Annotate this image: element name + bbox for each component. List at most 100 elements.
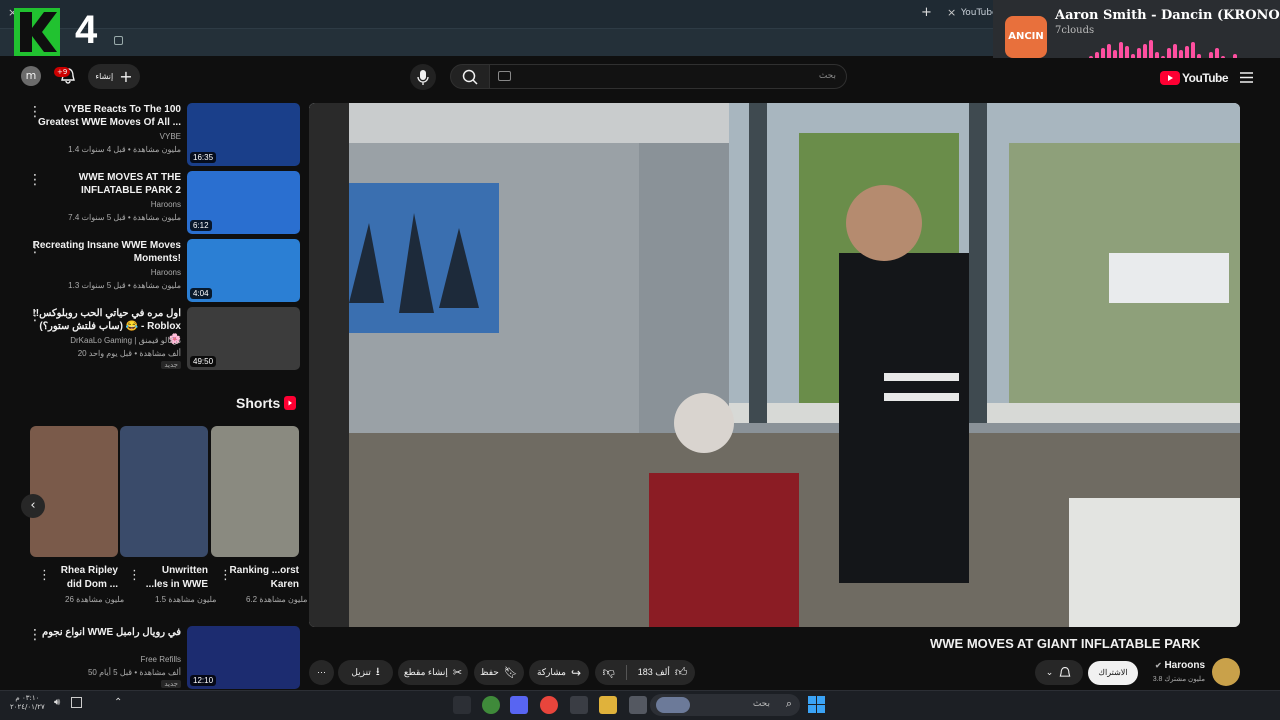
network-icon[interactable] bbox=[71, 697, 82, 708]
divider bbox=[625, 665, 627, 680]
subscriber-count: 3.8 مليون مشترك bbox=[1152, 676, 1205, 683]
dislike-button[interactable]: 👎︎ bbox=[603, 665, 615, 680]
keyboard-icon[interactable] bbox=[498, 71, 511, 81]
duration-badge: 4:04 bbox=[190, 288, 212, 299]
more-options-icon[interactable]: ⋮ bbox=[28, 628, 42, 642]
short-thumbnail[interactable] bbox=[120, 426, 208, 557]
verified-icon: ✔ bbox=[1154, 661, 1162, 670]
save-button[interactable]: حفظ 🔖︎ bbox=[474, 660, 524, 685]
short-views: 6.2 مليون مشاهدة bbox=[246, 595, 308, 604]
recommendation-title[interactable]: WWE MOVES AT THE INFLATABLE PARK 2 bbox=[31, 171, 181, 197]
short-title[interactable]: Unwritten ...les in WWE bbox=[138, 564, 208, 592]
new-badge: جديد bbox=[161, 680, 181, 688]
shorts-logo-icon bbox=[284, 396, 296, 410]
video-thumbnail[interactable]: 12:10 bbox=[187, 626, 300, 689]
more-actions-button[interactable]: ⋯ bbox=[309, 660, 334, 685]
recommendation-channel[interactable]: Haroons bbox=[151, 200, 181, 209]
menu-icon[interactable] bbox=[1240, 72, 1253, 83]
file-explorer-icon[interactable] bbox=[599, 696, 617, 714]
short-title[interactable]: Rhea Ripley did Dom ... bbox=[48, 564, 118, 592]
chrome-icon[interactable] bbox=[540, 696, 558, 714]
search-highlight-icon bbox=[656, 697, 690, 713]
duration-badge: 6:12 bbox=[190, 220, 212, 231]
video-player[interactable] bbox=[309, 103, 1240, 627]
shorts-previous-button[interactable]: ‹ bbox=[21, 494, 45, 518]
share-icon: ↪ bbox=[571, 665, 582, 680]
share-button[interactable]: مشاركة ↪ bbox=[529, 660, 589, 685]
more-options-icon[interactable]: ⋮ bbox=[28, 173, 42, 187]
taskbar-search-placeholder: بحث bbox=[752, 699, 770, 709]
short-more-options-icon[interactable]: ⋮ bbox=[128, 568, 141, 583]
more-options-icon[interactable]: ⋮ bbox=[28, 309, 42, 323]
recommendation-channel[interactable]: VYBE bbox=[160, 132, 181, 141]
channel-logo-k bbox=[14, 8, 60, 56]
recommendation-item[interactable]: 4:04 Recreating Insane WWE Moves Moments… bbox=[20, 239, 300, 303]
recommendation-title[interactable]: انواع نجوم WWE في رويال رامبل bbox=[31, 626, 181, 639]
create-button[interactable]: إنشاء + bbox=[88, 64, 140, 89]
clock[interactable]: ٠٣:١٠ م ٢٠٢٤/٠١/٢٧ bbox=[10, 694, 45, 712]
recommendation-item[interactable]: 49:50 اول مره في حياتي الحب روبلوكس!! 😂 … bbox=[20, 307, 300, 371]
discord-icon[interactable] bbox=[510, 696, 528, 714]
more-options-icon[interactable]: ⋮ bbox=[28, 105, 42, 119]
tray-chevron-up-icon[interactable]: ⌃ bbox=[114, 697, 122, 708]
notification-settings-button[interactable]: ⌄ bbox=[1035, 660, 1083, 685]
recommendation-channel[interactable]: Free Refills bbox=[141, 655, 181, 664]
search-placeholder: بحث bbox=[818, 71, 836, 81]
youtube-logo-icon[interactable] bbox=[1160, 71, 1180, 85]
tab-close-icon[interactable]: × bbox=[947, 6, 956, 19]
more-options-icon[interactable]: ⋮ bbox=[28, 241, 42, 255]
tab-icon[interactable] bbox=[114, 36, 123, 45]
duration-badge: 16:35 bbox=[190, 152, 217, 163]
search-button[interactable] bbox=[450, 64, 490, 89]
bookmark-icon: 🔖︎ bbox=[503, 667, 518, 679]
recommendation-meta: 1.4 مليون مشاهدة • قبل 4 سنوات bbox=[68, 145, 181, 154]
recommendation-item[interactable]: 12:10 انواع نجوم WWE في رويال رامبل Free… bbox=[20, 626, 300, 690]
short-more-options-icon[interactable]: ⋮ bbox=[38, 568, 51, 583]
task-view-icon[interactable] bbox=[629, 696, 647, 714]
video-thumbnail[interactable]: 4:04 bbox=[187, 239, 300, 302]
short-title[interactable]: Ranking ...orst Karen bbox=[229, 564, 299, 592]
duration-badge: 12:10 bbox=[190, 675, 217, 686]
channel-avatar[interactable] bbox=[1212, 658, 1240, 686]
video-thumbnail[interactable]: 49:50 bbox=[187, 307, 300, 370]
avatar[interactable]: m bbox=[21, 66, 41, 86]
duration-badge: 49:50 bbox=[190, 356, 217, 367]
plus-icon: + bbox=[119, 66, 133, 86]
new-tab-button[interactable]: + bbox=[921, 5, 932, 20]
taskbar-search[interactable]: بحث ⌕ bbox=[650, 694, 800, 716]
notification-count-badge: +9 bbox=[54, 67, 71, 77]
likes-count: 183 ألف bbox=[637, 667, 670, 677]
recommendation-item[interactable]: 6:12 WWE MOVES AT THE INFLATABLE PARK 2 … bbox=[20, 171, 300, 235]
youtube-wordmark: YouTube bbox=[1182, 71, 1229, 85]
album-art: ANCIN bbox=[1005, 16, 1047, 58]
recommendation-meta: 7.4 مليون مشاهدة • قبل 5 سنوات bbox=[68, 213, 181, 222]
short-views: 26 مليون مشاهدة bbox=[65, 595, 125, 604]
recommendation-meta: 50 ألف مشاهدة • قبل 5 أيام bbox=[87, 668, 181, 677]
clip-button[interactable]: إنشاء مقطع ✂ bbox=[398, 660, 468, 685]
chrome-green-icon[interactable] bbox=[482, 696, 500, 714]
subscribe-button[interactable]: الاشتراك bbox=[1088, 661, 1138, 685]
video-thumbnail[interactable]: 16:35 bbox=[187, 103, 300, 166]
recommendation-item[interactable]: 16:35 VYBE Reacts To The 100 Greatest WW… bbox=[20, 103, 300, 167]
recommendation-title[interactable]: VYBE Reacts To The 100 Greatest WWE Move… bbox=[31, 103, 181, 129]
more-icon: ⋯ bbox=[317, 667, 326, 677]
short-more-options-icon[interactable]: ⋮ bbox=[219, 568, 232, 583]
share-label: مشاركة bbox=[536, 667, 566, 677]
video-thumbnail[interactable]: 6:12 bbox=[187, 171, 300, 234]
like-button[interactable]: 👍︎ bbox=[675, 665, 688, 680]
volume-icon[interactable]: 🔊︎ bbox=[54, 697, 60, 708]
create-label: إنشاء bbox=[95, 72, 114, 81]
search-input[interactable]: بحث bbox=[489, 64, 847, 89]
recommendation-channel[interactable]: Haroons bbox=[151, 268, 181, 277]
recommendation-title[interactable]: Recreating Insane WWE Moves Moments! bbox=[31, 239, 181, 265]
download-label: تنزيل bbox=[351, 667, 371, 677]
recommendation-channel[interactable]: DrKaaLo Gaming | دركالو قيمنق bbox=[70, 336, 181, 345]
windows-start-icon[interactable] bbox=[808, 696, 825, 713]
download-button[interactable]: تنزيل ⭳ bbox=[338, 660, 393, 685]
taskbar-app-icon[interactable] bbox=[453, 696, 471, 714]
voice-search-button[interactable] bbox=[410, 64, 436, 90]
short-thumbnail[interactable] bbox=[211, 426, 299, 557]
store-icon[interactable] bbox=[570, 696, 588, 714]
channel-name[interactable]: ✔ Haroons bbox=[1150, 660, 1205, 671]
short-thumbnail[interactable] bbox=[30, 426, 118, 557]
